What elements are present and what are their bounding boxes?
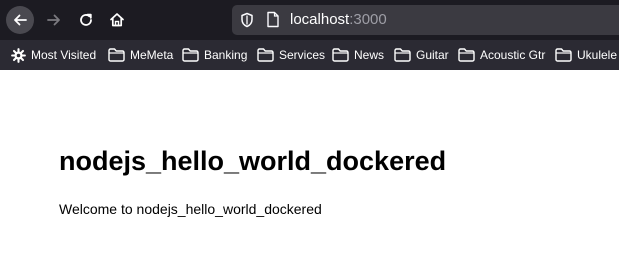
bookmark-label: News	[354, 48, 385, 62]
bookmark-folder-banking[interactable]: Banking	[182, 40, 247, 70]
reload-button[interactable]	[72, 6, 100, 34]
folder-icon	[394, 48, 411, 62]
bookmarks-bar: Most Visited MeMeta Banking Services New…	[0, 40, 619, 70]
url-bar[interactable]: localhost:3000	[232, 5, 619, 35]
url-text[interactable]: localhost:3000	[290, 11, 387, 28]
home-button[interactable]	[103, 6, 131, 34]
home-icon	[110, 13, 124, 27]
bookmark-label: Services	[279, 48, 326, 62]
bookmark-label: Acoustic Gtr	[480, 48, 546, 62]
page-icon[interactable]	[266, 11, 280, 28]
welcome-text: Welcome to nodejs_hello_world_dockered	[59, 201, 322, 217]
folder-icon	[332, 48, 349, 62]
bookmark-folder-ukulele[interactable]: Ukulele	[555, 40, 617, 70]
gear-icon	[11, 47, 26, 63]
bookmark-folder-memeta[interactable]: MeMeta	[108, 40, 173, 70]
bookmark-folder-news[interactable]: News	[332, 40, 384, 70]
folder-icon	[458, 48, 475, 62]
back-button[interactable]	[6, 6, 34, 34]
bookmark-most-visited[interactable]: Most Visited	[11, 40, 96, 70]
url-host: localhost	[290, 11, 350, 28]
folder-icon	[108, 48, 125, 62]
page-content: nodejs_hello_world_dockered Welcome to n…	[0, 70, 619, 253]
url-port: :3000	[349, 11, 387, 28]
bookmark-folder-services[interactable]: Services	[257, 40, 325, 70]
bookmark-folder-guitar[interactable]: Guitar	[394, 40, 449, 70]
folder-icon	[257, 48, 274, 62]
folder-icon	[555, 48, 572, 62]
reload-icon	[80, 13, 92, 26]
bookmark-folder-acoustic-gtr[interactable]: Acoustic Gtr	[458, 40, 545, 70]
shield-icon[interactable]	[240, 12, 254, 28]
page-heading: nodejs_hello_world_dockered	[59, 146, 447, 176]
bookmark-label: Guitar	[416, 48, 449, 62]
browser-toolbar: localhost:3000	[0, 0, 619, 40]
bookmark-label: MeMeta	[130, 48, 174, 62]
back-arrow-icon	[14, 14, 27, 26]
bookmark-label: Ukulele	[577, 48, 618, 62]
forward-arrow-icon	[47, 14, 60, 26]
bookmark-label: Most Visited	[31, 48, 97, 62]
forward-button[interactable]	[40, 6, 68, 34]
bookmark-label: Banking	[204, 48, 248, 62]
folder-icon	[182, 48, 199, 62]
